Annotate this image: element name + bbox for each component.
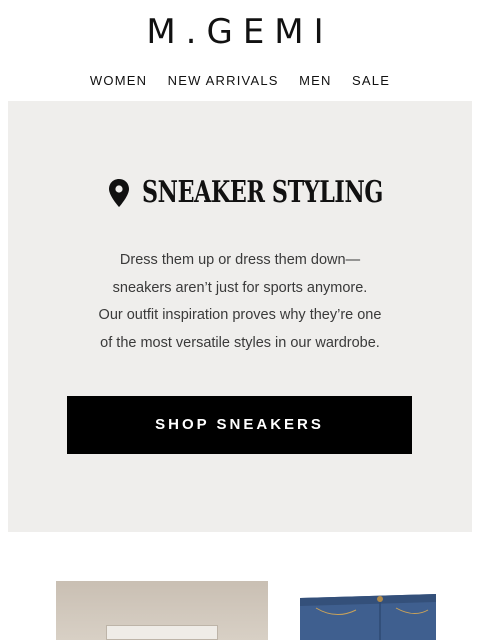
hero-title-row: SNEAKER STYLING	[8, 175, 472, 210]
brand-logo[interactable]: M.GEMI	[0, 12, 480, 52]
hero-description: Dress them up or dress them down— sneake…	[8, 247, 472, 357]
shop-sneakers-button[interactable]: SHOP SNEAKERS	[67, 396, 412, 454]
nav-item-men[interactable]: MEN	[299, 73, 332, 88]
outfit-photo-jeans[interactable]	[296, 590, 440, 640]
hero-title: SNEAKER STYLING	[142, 175, 384, 210]
nav-item-women[interactable]: WOMEN	[90, 73, 147, 88]
location-pin-icon	[108, 178, 129, 207]
hero-description-line: of the most versatile styles in our ward…	[100, 334, 380, 351]
email-header: M.GEMI WOMEN NEW ARRIVALS MEN SALE	[0, 0, 480, 100]
hero-description-line: Our outfit inspiration proves why they’r…	[98, 307, 382, 323]
outfit-images-row	[0, 532, 480, 640]
nav-item-new-arrivals[interactable]: NEW ARRIVALS	[168, 73, 279, 88]
outfit-photo-room[interactable]	[56, 581, 268, 640]
hero-banner: SNEAKER STYLING Dress them up or dress t…	[8, 101, 472, 532]
main-nav: WOMEN NEW ARRIVALS MEN SALE	[0, 72, 480, 90]
wall-frame	[106, 625, 218, 640]
nav-item-sale[interactable]: SALE	[352, 73, 390, 88]
hero-description-line: Dress them up or dress them down—	[119, 252, 361, 268]
hero-description-line: sneakers aren’t just for sports anymore.	[112, 279, 368, 296]
